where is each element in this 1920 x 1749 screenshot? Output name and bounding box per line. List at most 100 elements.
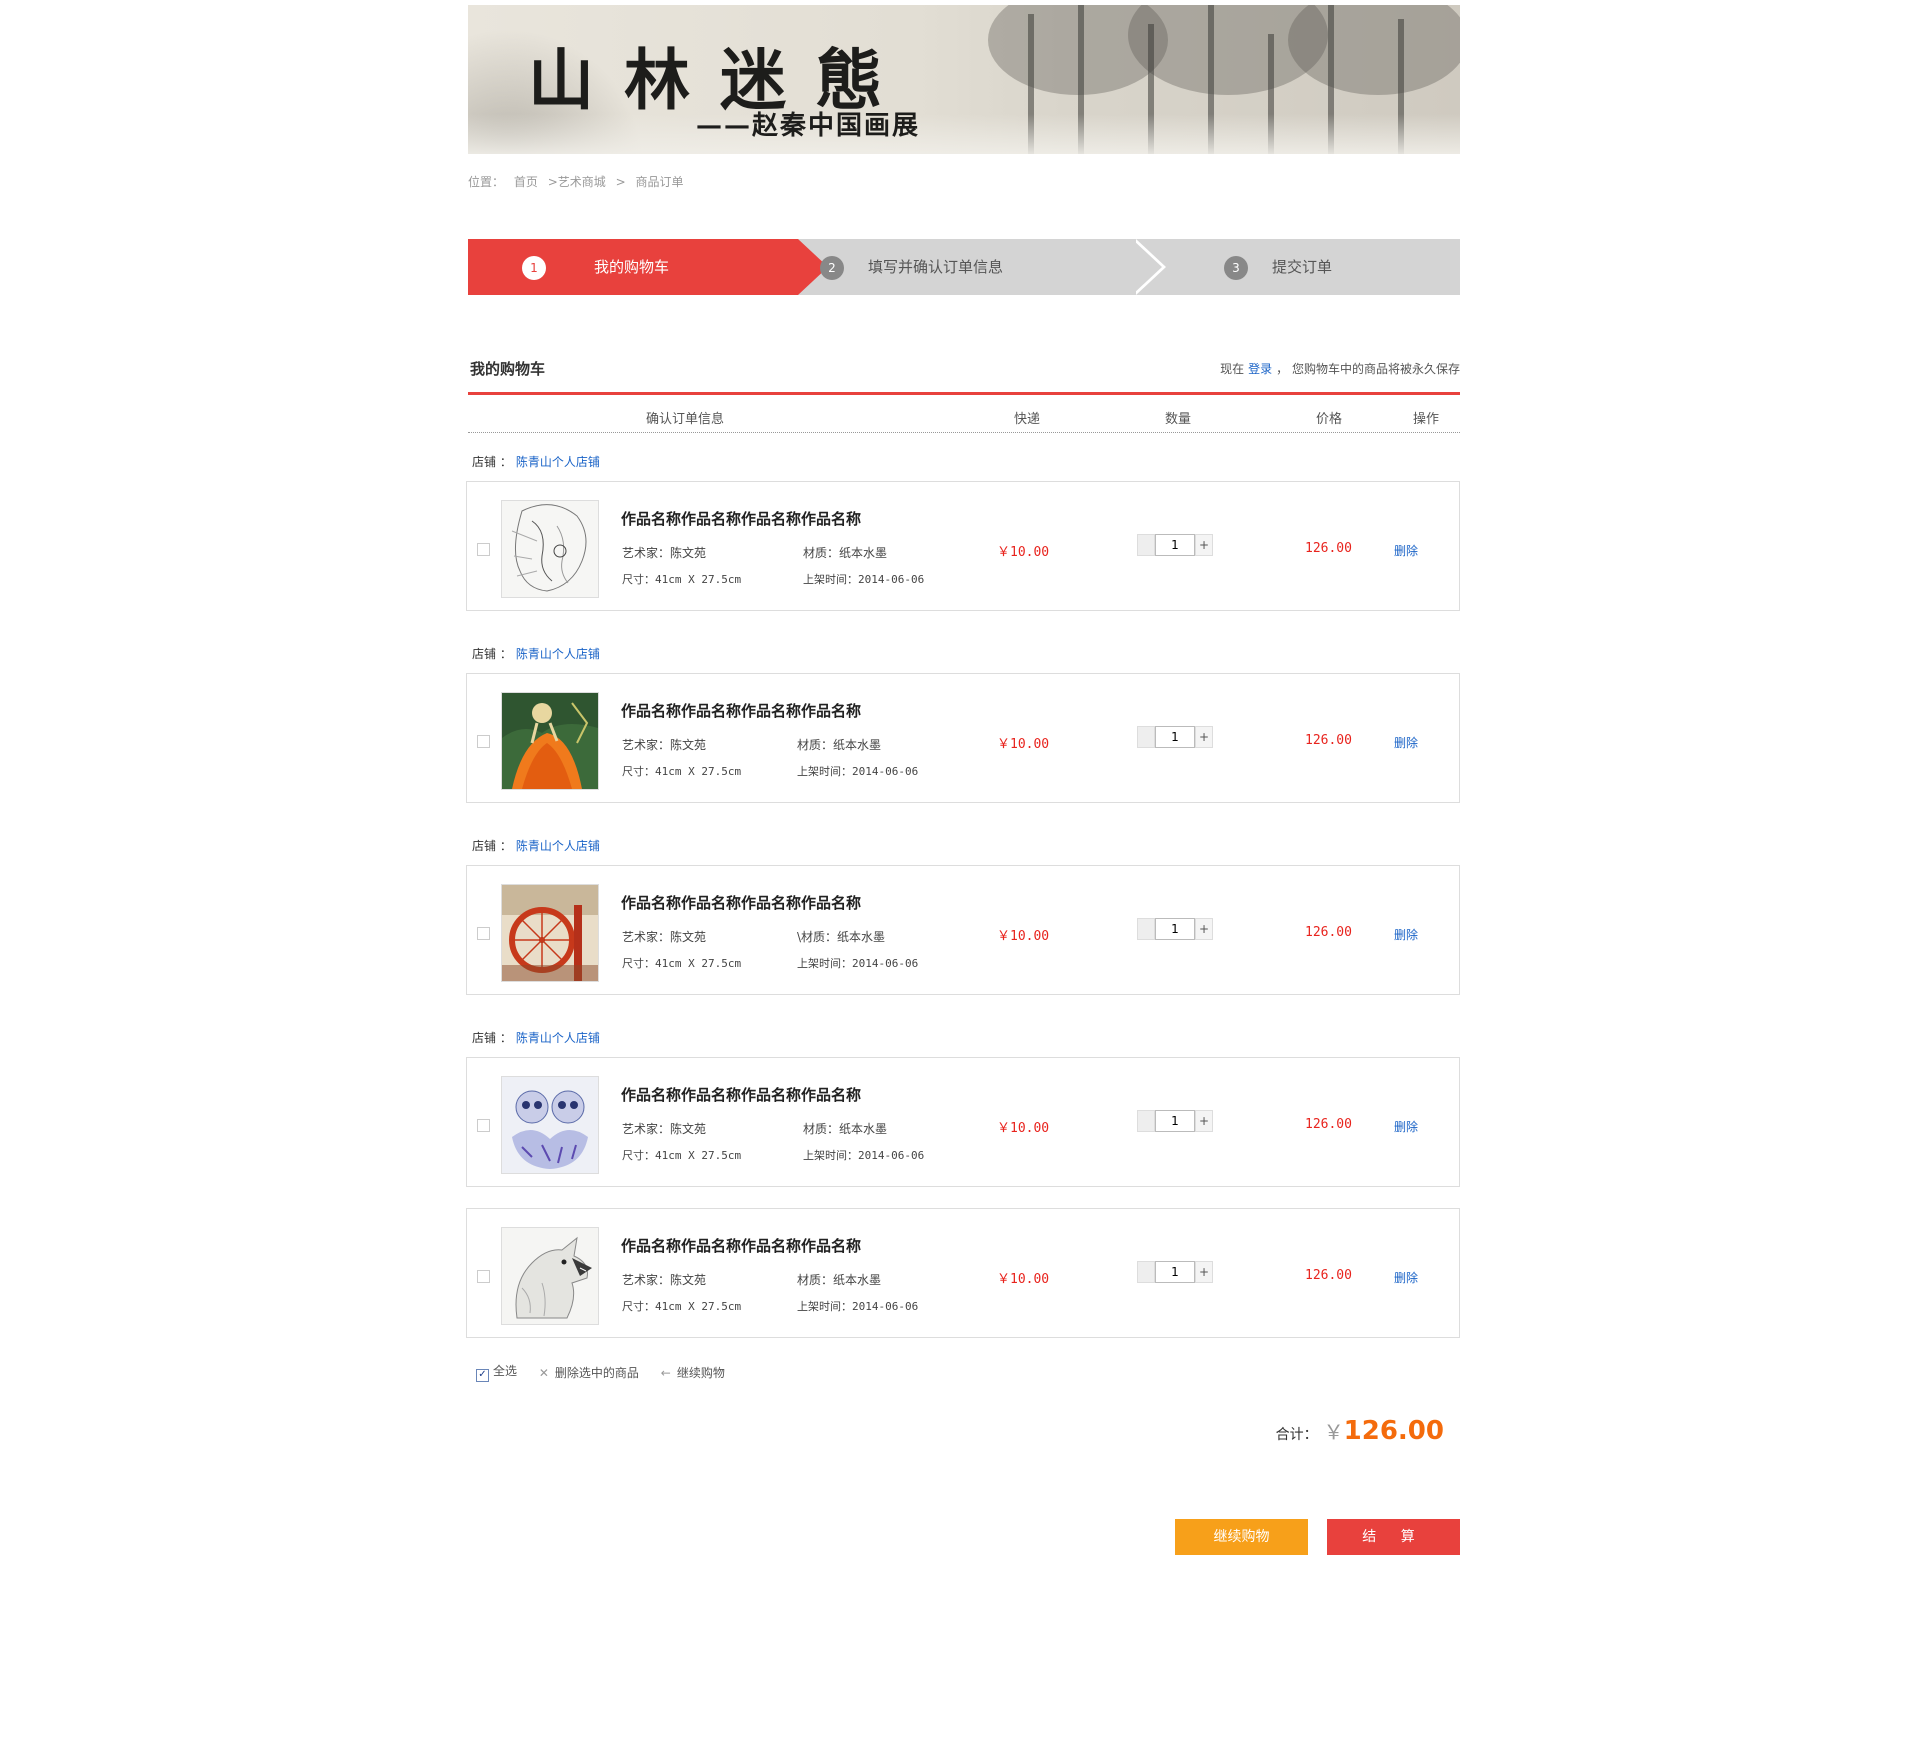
col-operation: 操作	[1413, 412, 1440, 427]
step-label: 提交订单	[1272, 258, 1333, 276]
shop-label: 店铺 ： 陈青山个人店铺	[472, 645, 600, 662]
quantity-increase-button[interactable]: +	[1195, 534, 1213, 556]
item-material: \材质：纸本水墨	[797, 930, 886, 944]
item-thumbnail[interactable]	[501, 1076, 599, 1174]
shop-link[interactable]: 陈青山个人店铺	[516, 1031, 600, 1045]
quantity-decrease-button[interactable]	[1137, 534, 1155, 556]
cart-title: 我的购物车	[470, 360, 546, 378]
banner-foliage	[1288, 5, 1460, 95]
cart-column-headers: 确认订单信息 快递 数量 价格 操作	[468, 396, 1460, 433]
select-all-checkbox[interactable]: ✓	[476, 1369, 489, 1382]
delete-item-link[interactable]: 删除	[1394, 1118, 1418, 1135]
exhibition-banner[interactable]: 山林迷態 ——赵秦中国画展	[468, 5, 1460, 154]
item-size: 尺寸：41cm X 27.5cm	[622, 957, 742, 970]
continue-shopping-button[interactable]: 继续购物	[1175, 1519, 1308, 1555]
item-size: 尺寸：41cm X 27.5cm	[622, 1149, 742, 1162]
step-number: 2	[820, 255, 844, 280]
item-artist: 艺术家：陈文苑	[622, 738, 707, 752]
step-submit-order: 3 提交订单	[1224, 239, 1333, 295]
banner-subtitle: ——赵秦中国画展	[696, 111, 921, 141]
breadcrumb-home[interactable]: 首页	[514, 175, 538, 189]
item-shipping: ￥10.00	[997, 1272, 1050, 1287]
item-size: 尺寸：41cm X 27.5cm	[622, 573, 742, 586]
delete-selected-option[interactable]: ✕ 删除选中的商品	[539, 1364, 639, 1381]
artwork-red-bicycle	[502, 885, 598, 981]
item-artist: 艺术家：陈文苑	[622, 930, 707, 944]
breadcrumb-current: 商品订单	[635, 175, 684, 189]
cart-item: 作品名称作品名称作品名称作品名称 艺术家：陈文苑 材质：纸本水墨 尺寸：41cm…	[466, 1208, 1460, 1338]
checkout-button[interactable]: 结 算	[1327, 1519, 1460, 1555]
checkout-steps: 1 我的购物车 2 填写并确认订单信息 3 提交订单	[468, 239, 1460, 295]
item-thumbnail[interactable]	[501, 692, 599, 790]
cart-item: 作品名称作品名称作品名称作品名称 艺术家：陈文苑 材质：纸本水墨 尺寸：41cm…	[466, 673, 1460, 803]
col-order-info: 确认订单信息	[646, 412, 725, 427]
shop-label: 店铺 ： 陈青山个人店铺	[472, 1029, 600, 1046]
item-shipping: ￥10.00	[997, 737, 1050, 752]
shop-link[interactable]: 陈青山个人店铺	[516, 647, 600, 661]
item-shipping: ￥10.00	[997, 929, 1050, 944]
shop-prefix: 店铺 ：	[472, 455, 512, 469]
shop-prefix: 店铺 ：	[472, 1031, 512, 1045]
delete-item-link[interactable]: 删除	[1394, 1269, 1418, 1286]
quantity-stepper: +	[1137, 1261, 1215, 1283]
item-name[interactable]: 作品名称作品名称作品名称作品名称	[621, 1084, 861, 1105]
item-name[interactable]: 作品名称作品名称作品名称作品名称	[621, 508, 861, 529]
item-checkbox[interactable]	[477, 543, 490, 556]
order-total: 合计： ￥126.00	[1276, 1416, 1444, 1446]
quantity-input[interactable]	[1155, 1110, 1195, 1132]
quantity-decrease-button[interactable]	[1137, 726, 1155, 748]
col-shipping: 快递	[1014, 412, 1041, 427]
login-link[interactable]: 登录	[1248, 362, 1272, 376]
quantity-input[interactable]	[1155, 1261, 1195, 1283]
continue-shopping-option[interactable]: ← 继续购物	[661, 1364, 725, 1381]
item-price: 126.00	[1305, 733, 1352, 748]
item-date: 上架时间：2014-06-06	[797, 1300, 919, 1313]
item-checkbox[interactable]	[477, 927, 490, 940]
item-name[interactable]: 作品名称作品名称作品名称作品名称	[621, 892, 861, 913]
shop-link[interactable]: 陈青山个人店铺	[516, 839, 600, 853]
quantity-input[interactable]	[1155, 918, 1195, 940]
item-material: 材质：纸本水墨	[797, 738, 882, 752]
step-confirm-order: 2 填写并确认订单信息	[820, 239, 1003, 295]
item-material: 材质：纸本水墨	[803, 1122, 888, 1136]
item-thumbnail[interactable]	[501, 500, 599, 598]
quantity-input[interactable]	[1155, 534, 1195, 556]
artwork-blue-skulls	[502, 1077, 598, 1173]
step-number: 1	[522, 255, 546, 280]
col-price: 价格	[1316, 412, 1343, 427]
delete-item-link[interactable]: 删除	[1394, 542, 1418, 559]
quantity-decrease-button[interactable]	[1137, 1261, 1155, 1283]
quantity-increase-button[interactable]: +	[1195, 918, 1213, 940]
item-price: 126.00	[1305, 1117, 1352, 1132]
quantity-input[interactable]	[1155, 726, 1195, 748]
continue-shopping-label: 继续购物	[676, 1365, 725, 1380]
item-price: 126.00	[1305, 1268, 1352, 1283]
quantity-decrease-button[interactable]	[1137, 1110, 1155, 1132]
step-label: 我的购物车	[594, 258, 670, 276]
breadcrumb-separator: >	[615, 175, 626, 189]
shop-label: 店铺 ： 陈青山个人店铺	[472, 453, 600, 470]
total-label: 合计：	[1275, 1427, 1318, 1443]
quantity-increase-button[interactable]: +	[1195, 1110, 1213, 1132]
shop-link[interactable]: 陈青山个人店铺	[516, 455, 600, 469]
breadcrumb-art-mall[interactable]: >艺术商城	[548, 175, 606, 189]
item-date: 上架时间：2014-06-06	[797, 765, 919, 778]
quantity-decrease-button[interactable]	[1137, 918, 1155, 940]
quantity-increase-button[interactable]: +	[1195, 726, 1213, 748]
quantity-stepper: +	[1137, 726, 1215, 748]
item-name[interactable]: 作品名称作品名称作品名称作品名称	[621, 1235, 861, 1256]
item-checkbox[interactable]	[477, 1270, 490, 1283]
item-thumbnail[interactable]	[501, 1227, 599, 1325]
select-all-label: 全选	[493, 1364, 518, 1378]
item-name[interactable]: 作品名称作品名称作品名称作品名称	[621, 700, 861, 721]
arrow-left-icon: ←	[660, 1365, 671, 1380]
delete-item-link[interactable]: 删除	[1394, 926, 1418, 943]
item-checkbox[interactable]	[477, 1119, 490, 1132]
delete-item-link[interactable]: 删除	[1394, 734, 1418, 751]
step-divider-inner	[1132, 239, 1162, 295]
select-all-option[interactable]: ✓ 全选	[476, 1362, 517, 1382]
item-thumbnail[interactable]	[501, 884, 599, 982]
quantity-increase-button[interactable]: +	[1195, 1261, 1213, 1283]
quantity-stepper: +	[1137, 1110, 1215, 1132]
item-checkbox[interactable]	[477, 735, 490, 748]
